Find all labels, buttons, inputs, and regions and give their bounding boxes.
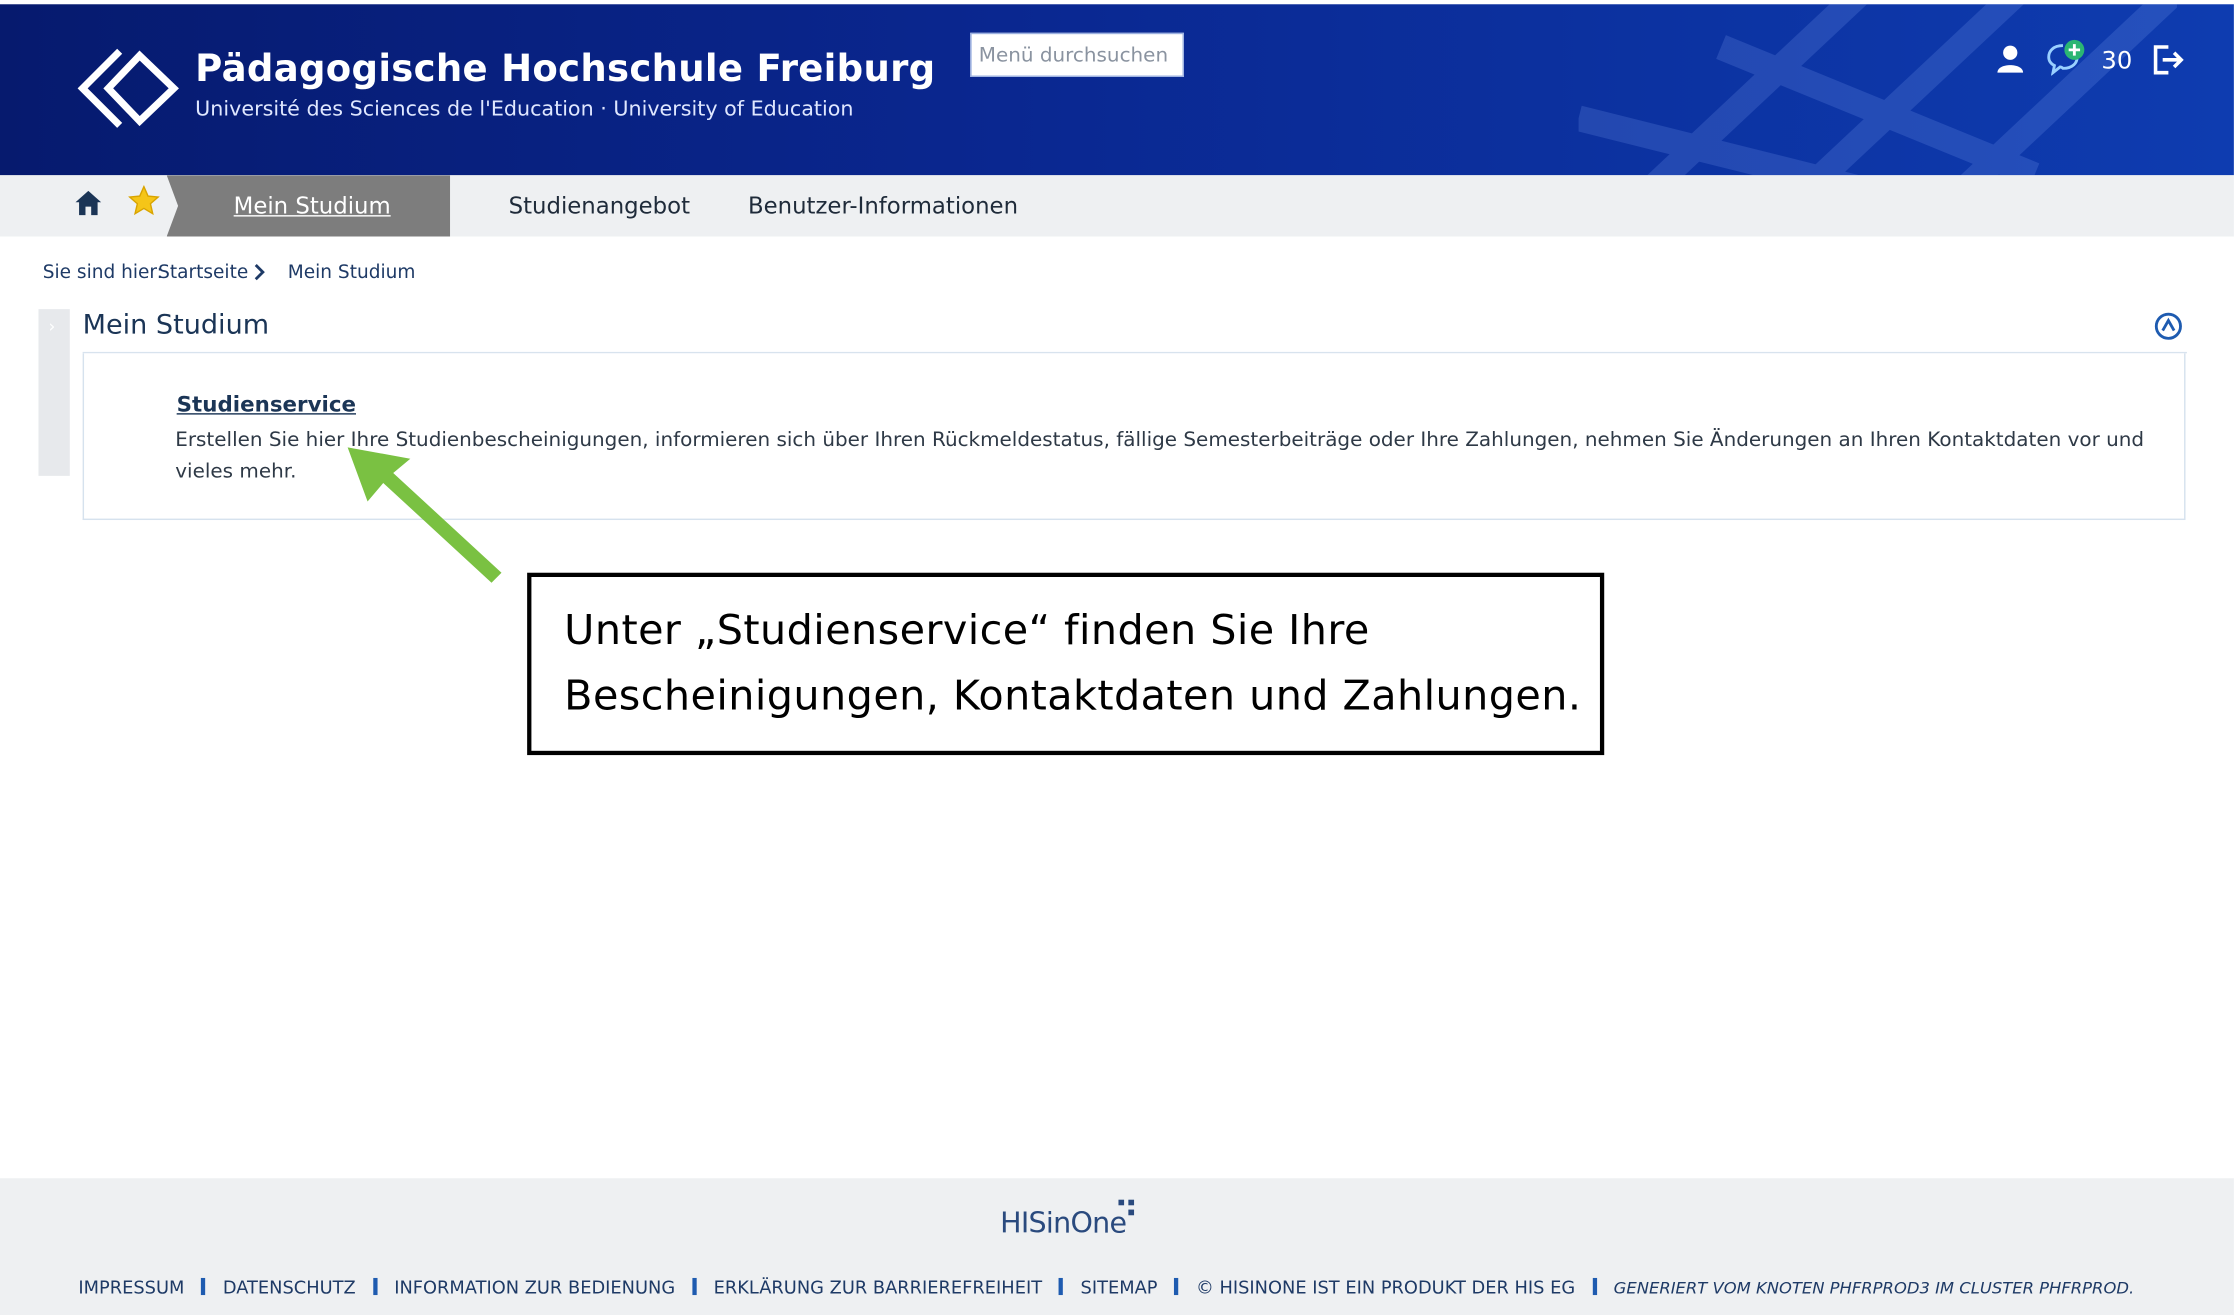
footer-separator	[1174, 1277, 1179, 1296]
chat-add-icon[interactable]	[2046, 38, 2086, 76]
breadcrumb-current: Mein Studium	[287, 262, 416, 284]
home-icon[interactable]	[74, 189, 102, 216]
footer-separator	[201, 1277, 206, 1296]
footer-separator	[372, 1277, 378, 1296]
site-header: Pädagogische Hochschule Freiburg Univers…	[0, 4, 2234, 176]
footer-link-sitemap[interactable]: SITEMAP	[1081, 1277, 1158, 1298]
chevron-right-icon: ›	[48, 316, 56, 337]
collapse-icon[interactable]	[2154, 312, 2182, 340]
main-navigation: Mein Studium Studienangebot Benutzer-Inf…	[0, 175, 2234, 237]
breadcrumb-chevron-icon	[254, 263, 265, 281]
logout-icon[interactable]	[2151, 44, 2185, 75]
university-name[interactable]: Pädagogische Hochschule Freiburg	[195, 48, 935, 91]
hisinone-logo[interactable]: HISinOne	[1000, 1205, 1127, 1239]
hisinone-dots-icon	[1118, 1199, 1135, 1216]
section-title: Mein Studium	[82, 309, 270, 341]
annotation-arrow	[347, 447, 502, 583]
user-icon[interactable]	[1995, 43, 2026, 74]
studienservice-link[interactable]: Studienservice	[177, 392, 356, 418]
footer-link-his[interactable]: © HISINONE IST EIN PRODUKT DER HIS EG	[1196, 1277, 1575, 1298]
footer-link-bedienung[interactable]: INFORMATION ZUR BEDIENUNG	[394, 1277, 675, 1298]
footer-link-barrierefreiheit[interactable]: ERKLÄRUNG ZUR BARRIEREFREIHEIT	[714, 1277, 1042, 1298]
footer-link-datenschutz[interactable]: DATENSCHUTZ	[223, 1277, 356, 1298]
breadcrumb-label: Sie sind hier:	[42, 262, 163, 284]
menu-search-input[interactable]	[970, 32, 1184, 77]
page: Pädagogische Hochschule Freiburg Univers…	[0, 0, 2234, 1315]
footer-separator	[1059, 1277, 1064, 1296]
annotation-callout: Unter „Studienservice“ finden Sie Ihre B…	[527, 572, 1605, 756]
footer-separator	[1592, 1277, 1597, 1296]
side-panel-toggle[interactable]: ›	[38, 309, 70, 476]
tab-studienangebot[interactable]: Studienangebot	[509, 192, 690, 219]
footer-separator	[692, 1277, 697, 1296]
footer-links: IMPRESSUM DATENSCHUTZ INFORMATION ZUR BEDI…	[78, 1277, 2134, 1298]
footer-link-impressum[interactable]: IMPRESSUM	[78, 1277, 184, 1298]
university-subtitle: Université des Sciences de l'Education ·…	[195, 98, 854, 122]
tab-benutzer-informationen[interactable]: Benutzer-Informationen	[748, 192, 1018, 219]
university-logo-icon[interactable]	[77, 47, 180, 130]
tab-label: Mein Studium	[233, 192, 391, 220]
session-counter: 30	[2101, 47, 2133, 76]
tab-mein-studium[interactable]: Mein Studium	[166, 175, 451, 237]
site-footer: HISinOne IMPRESSUM DATENSCHUTZ INFORMATION…	[0, 1178, 2234, 1315]
footer-generated-note: GENERIERT VOM KNOTEN PHFRPROD3 IM CLUSTE…	[1613, 1277, 2135, 1298]
breadcrumb-startseite[interactable]: Startseite	[158, 262, 248, 283]
annotation-text: Unter „Studienservice“ finden Sie Ihre B…	[564, 605, 1582, 720]
header-decoration	[1578, 4, 2177, 176]
star-icon[interactable]	[128, 185, 160, 216]
